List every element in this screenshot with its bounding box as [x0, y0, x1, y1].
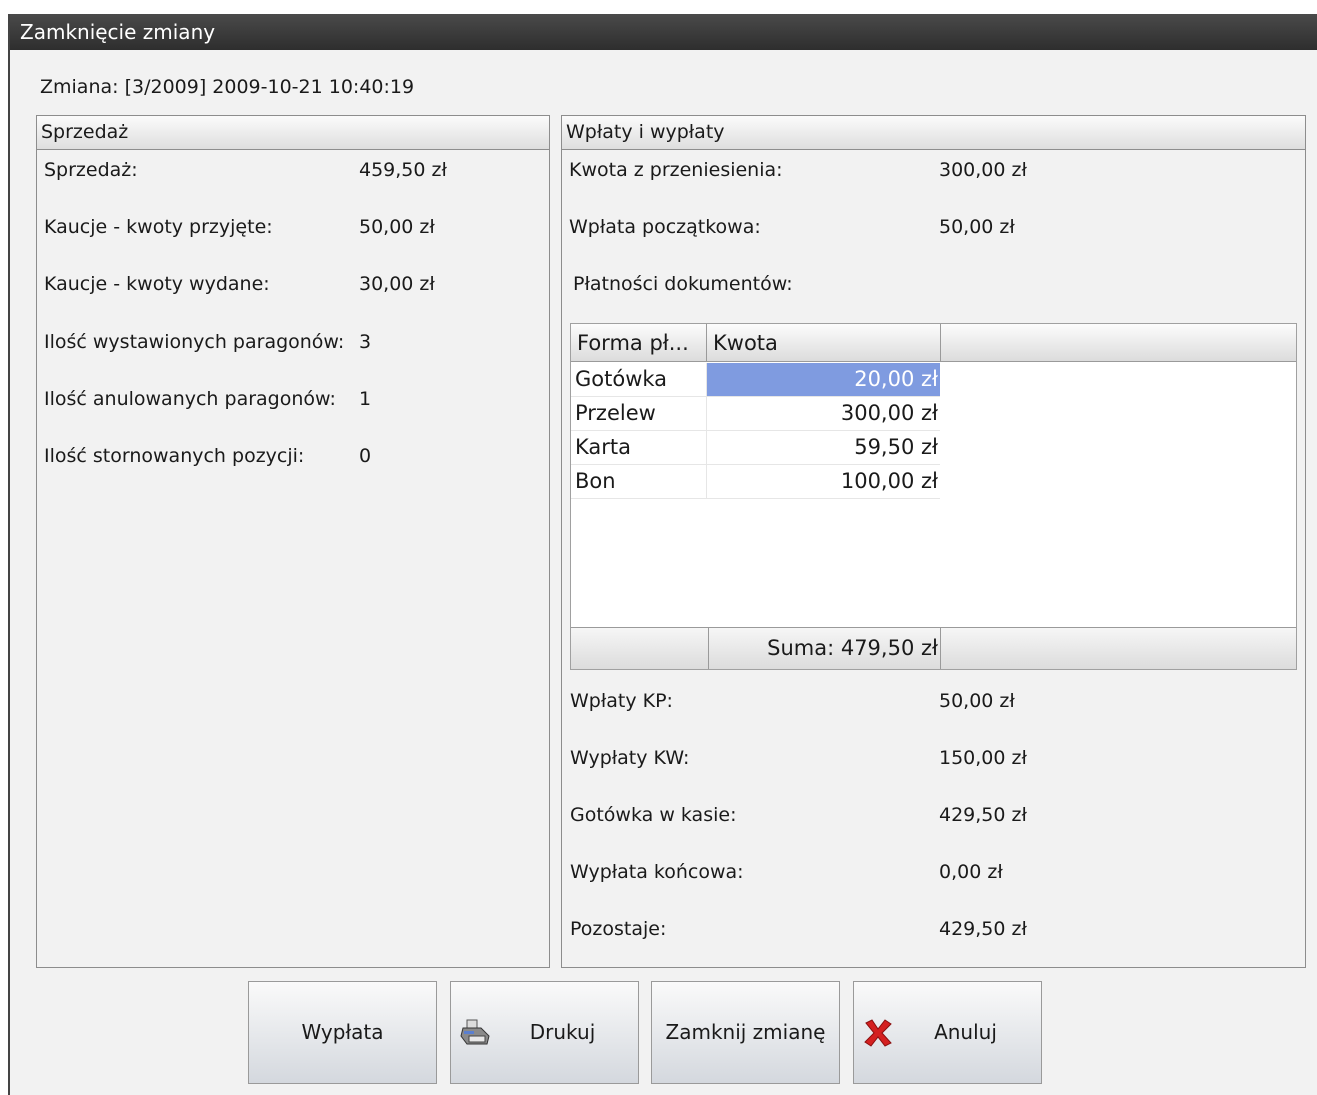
remaining-value: 429,50 zł	[939, 918, 1027, 940]
receipts-cancelled-value: 1	[359, 388, 372, 410]
deposits-received-value: 50,00 zł	[359, 216, 435, 238]
initial-deposit-value: 50,00 zł	[939, 216, 1015, 238]
table-footer-spacer	[571, 628, 709, 669]
withdraw-button-label: Wypłata	[301, 1020, 384, 1044]
sales-panel-header: Sprzedaż	[37, 116, 549, 150]
payments-panel-header: Wpłaty i wypłaty	[562, 116, 1305, 150]
remaining-label: Pozostaje:	[570, 918, 667, 940]
printer-icon	[460, 1019, 490, 1045]
kp-deposits-value: 50,00 zł	[939, 690, 1015, 712]
final-withdrawal-label: Wypłata końcowa:	[570, 861, 744, 883]
table-row[interactable]: Bon 100,00 zł	[571, 465, 940, 499]
cash-in-register-label: Gotówka w kasie:	[570, 804, 737, 826]
table-cell-method[interactable]: Karta	[571, 431, 707, 465]
cancel-button-label: Anuluj	[934, 1020, 997, 1044]
cash-in-register-value: 429,50 zł	[939, 804, 1027, 826]
table-sum: Suma: 479,50 zł	[709, 628, 941, 669]
table-header: Forma pł... Kwota	[571, 324, 1296, 362]
table-row[interactable]: Gotówka 20,00 zł	[571, 363, 940, 397]
receipts-issued-label: Ilość wystawionych paragonów:	[44, 331, 345, 353]
kw-withdrawals-value: 150,00 zł	[939, 747, 1027, 769]
table-cell-method[interactable]: Bon	[571, 465, 707, 499]
carryover-value: 300,00 zł	[939, 159, 1027, 181]
sales-panel: Sprzedaż Sprzedaż: 459,50 zł Kaucje - kw…	[36, 115, 550, 968]
voided-items-value: 0	[359, 445, 372, 467]
kp-deposits-label: Wpłaty KP:	[570, 690, 673, 712]
table-cell-amount[interactable]: 300,00 zł	[707, 397, 940, 431]
table-row[interactable]: Przelew 300,00 zł	[571, 397, 940, 431]
column-header-amount[interactable]: Kwota	[707, 324, 941, 362]
column-header-method[interactable]: Forma pł...	[571, 324, 707, 362]
window-title: Zamknięcie zmiany	[10, 14, 1317, 50]
red-x-icon	[864, 1019, 892, 1047]
print-button[interactable]: Drukuj	[450, 981, 639, 1084]
shift-info: Zmiana: [3/2009] 2009-10-21 10:40:19	[40, 76, 415, 98]
payments-panel: Wpłaty i wypłaty Kwota z przeniesienia: …	[561, 115, 1306, 968]
final-withdrawal-value: 0,00 zł	[939, 861, 1003, 883]
table-cell-method[interactable]: Gotówka	[571, 363, 707, 397]
deposits-received-label: Kaucje - kwoty przyjęte:	[44, 216, 273, 238]
carryover-label: Kwota z przeniesienia:	[569, 159, 783, 181]
table-footer: Suma: 479,50 zł	[571, 627, 1296, 669]
payments-table[interactable]: Forma pł... Kwota Gotówka 20,00 zł Przel…	[570, 323, 1297, 670]
close-shift-button[interactable]: Zamknij zmianę	[651, 981, 840, 1084]
receipts-cancelled-label: Ilość anulowanych paragonów:	[44, 388, 336, 410]
table-cell-amount-selected[interactable]: 20,00 zł	[707, 363, 940, 397]
kw-withdrawals-label: Wypłaty KW:	[570, 747, 690, 769]
table-cell-amount[interactable]: 100,00 zł	[707, 465, 940, 499]
table-row[interactable]: Karta 59,50 zł	[571, 431, 940, 465]
withdraw-button[interactable]: Wypłata	[248, 981, 437, 1084]
table-cell-method[interactable]: Przelew	[571, 397, 707, 431]
documents-payments-label: Płatności dokumentów:	[573, 273, 793, 295]
print-button-label: Drukuj	[529, 1020, 596, 1044]
receipts-issued-value: 3	[359, 331, 372, 353]
sales-row-label: Sprzedaż:	[44, 159, 138, 181]
deposits-issued-label: Kaucje - kwoty wydane:	[44, 273, 270, 295]
cancel-button[interactable]: Anuluj	[853, 981, 1042, 1084]
voided-items-label: Ilość stornowanych pozycji:	[44, 445, 305, 467]
table-cell-amount[interactable]: 59,50 zł	[707, 431, 940, 465]
close-shift-button-label: Zamknij zmianę	[665, 1020, 826, 1044]
deposits-issued-value: 30,00 zł	[359, 273, 435, 295]
close-shift-window: Zamknięcie zmiany Zmiana: [3/2009] 2009-…	[8, 14, 1317, 1095]
initial-deposit-label: Wpłata początkowa:	[569, 216, 761, 238]
sales-row-value: 459,50 zł	[359, 159, 447, 181]
